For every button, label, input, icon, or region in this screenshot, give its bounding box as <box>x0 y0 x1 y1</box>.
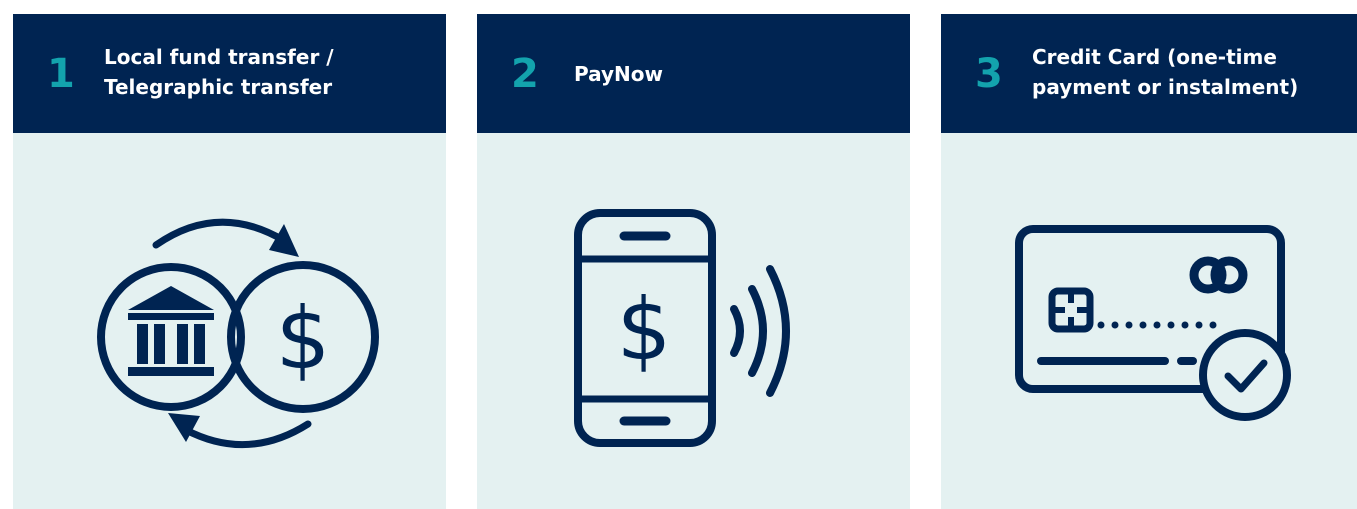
card-brand-icon <box>1189 256 1248 294</box>
card-number-dots <box>1097 321 1217 329</box>
dollar-symbol: $ <box>276 289 331 389</box>
bank-building-icon <box>128 286 214 376</box>
step-number: 1 <box>47 51 75 97</box>
contactless-phone-payment-icon: $ <box>574 209 790 447</box>
card-header: 3 Credit Card (one-time payment or insta… <box>941 14 1357 133</box>
step-title: Local fund transfer / Telegraphic transf… <box>104 45 334 99</box>
dollar-symbol: $ <box>617 280 672 380</box>
illustration-area: $ <box>477 133 910 509</box>
bank-dollar-exchange-icon: $ <box>97 218 379 449</box>
step-title: PayNow <box>574 62 663 86</box>
credit-card-verified-icon <box>1015 225 1291 421</box>
payment-method-card-paynow: 2 PayNow $ <box>477 14 910 509</box>
card-header: 1 Local fund transfer / Telegraphic tran… <box>13 14 446 133</box>
step-title: Credit Card (one-time payment or instalm… <box>1032 45 1299 99</box>
card-header: 2 PayNow <box>477 14 910 133</box>
card-chip-icon <box>1048 287 1094 333</box>
payment-method-card-local-transfer: 1 Local fund transfer / Telegraphic tran… <box>13 14 446 509</box>
illustration-area <box>941 133 1357 509</box>
payment-method-card-credit-card: 3 Credit Card (one-time payment or insta… <box>941 14 1357 509</box>
step-number: 3 <box>975 51 1003 97</box>
contactless-waves-icon <box>730 265 790 397</box>
step-number: 2 <box>511 51 539 97</box>
illustration-area: $ <box>13 133 446 509</box>
check-badge-icon <box>1199 329 1291 421</box>
